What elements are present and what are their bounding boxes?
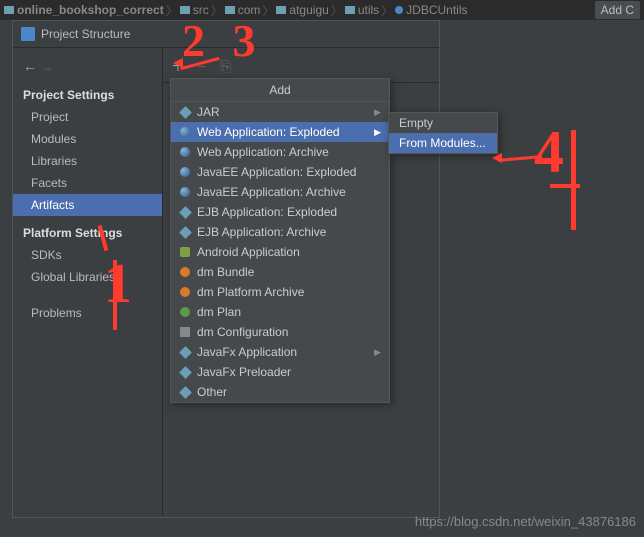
folder-icon — [345, 6, 355, 14]
menu-item-label: dm Platform Archive — [197, 285, 304, 299]
gray-icon — [179, 326, 191, 338]
menu-item-label: EJB Application: Exploded — [197, 205, 337, 219]
folder-icon — [276, 6, 286, 14]
chevron-icon: 〉 — [262, 2, 274, 19]
submenu-item-from-modules-[interactable]: From Modules... — [389, 133, 497, 153]
annotation-arrow — [173, 58, 183, 68]
add-menu: Add JAR▶Web Application: Exploded▶Web Ap… — [170, 78, 390, 403]
menu-item-label: EJB Application: Archive — [197, 225, 326, 239]
sphere-icon — [179, 146, 191, 158]
folder-icon — [225, 6, 235, 14]
diamond-icon — [179, 206, 191, 218]
diamond-icon — [179, 366, 191, 378]
menu-item-web-application-exploded[interactable]: Web Application: Exploded ▶ — [171, 122, 389, 142]
chevron-icon: 〉 — [381, 2, 393, 19]
menu-item-dm-bundle[interactable]: dm Bundle — [171, 262, 389, 282]
orange-icon — [179, 266, 191, 278]
sphere-icon — [179, 166, 191, 178]
diamond-icon — [179, 386, 191, 398]
annotation-arrow — [498, 155, 542, 162]
chevron-icon: 〉 — [331, 2, 343, 19]
add-submenu: EmptyFrom Modules... — [388, 112, 498, 154]
menu-item-javaee-application-exploded[interactable]: JavaEE Application: Exploded — [171, 162, 389, 182]
menu-item-ejb-application-exploded[interactable]: EJB Application: Exploded — [171, 202, 389, 222]
dialog-title: Project Structure — [41, 27, 130, 41]
watermark: https://blog.csdn.net/weixin_43876186 — [415, 514, 636, 529]
menu-item-android-application[interactable]: Android Application — [171, 242, 389, 262]
green-icon — [179, 306, 191, 318]
annotation-line — [113, 260, 117, 330]
menu-item-label: dm Configuration — [197, 325, 288, 339]
menu-item-label: JavaEE Application: Exploded — [197, 165, 356, 179]
android-icon — [179, 246, 191, 258]
nav-back[interactable]: ← → — [13, 54, 162, 78]
menu-item-web-application-archive[interactable]: Web Application: Archive — [171, 142, 389, 162]
menu-item-label: dm Bundle — [197, 265, 254, 279]
sidebar-item-modules[interactable]: Modules — [13, 128, 162, 150]
menu-item-label: Other — [197, 385, 227, 399]
crumb-atguigu[interactable]: atguigu — [276, 3, 328, 17]
sidebar-item-libraries[interactable]: Libraries — [13, 150, 162, 172]
menu-item-other[interactable]: Other — [171, 382, 389, 402]
menu-item-dm-platform-archive[interactable]: dm Platform Archive — [171, 282, 389, 302]
class-icon — [395, 6, 403, 14]
dialog-title-bar: Project Structure — [13, 21, 439, 48]
annotation-line — [571, 130, 576, 230]
sidebar-item-facets[interactable]: Facets — [13, 172, 162, 194]
sidebar-item-artifacts[interactable]: Artifacts — [13, 194, 162, 216]
crumb-utils[interactable]: utils — [345, 3, 379, 17]
annotation-line — [550, 184, 580, 188]
dialog-icon — [21, 27, 35, 41]
menu-item-label: Android Application — [197, 245, 300, 259]
menu-item-jar[interactable]: JAR ▶ — [171, 102, 389, 122]
sidebar-item-sdks[interactable]: SDKs — [13, 244, 162, 266]
annotation-arrow — [492, 153, 502, 163]
menu-item-dm-configuration[interactable]: dm Configuration — [171, 322, 389, 342]
crumb-project[interactable]: online_bookshop_correct — [4, 3, 164, 17]
sidebar-item-global-libs[interactable]: Global Libraries — [13, 266, 162, 288]
crumb-com[interactable]: com — [225, 3, 261, 17]
add-menu-title: Add — [171, 79, 389, 102]
folder-icon — [180, 6, 190, 14]
sidebar-heading-project: Project Settings — [13, 78, 162, 106]
breadcrumb-bar: online_bookshop_correct 〉 src 〉 com 〉 at… — [0, 0, 644, 20]
project-icon — [4, 6, 14, 14]
menu-item-label: Web Application: Archive — [197, 145, 329, 159]
crumb-class[interactable]: JDBCUntils — [395, 3, 467, 17]
menu-item-label: JavaFx Preloader — [197, 365, 291, 379]
menu-item-label: JavaEE Application: Archive — [197, 185, 346, 199]
orange-icon — [179, 286, 191, 298]
menu-item-javaee-application-archive[interactable]: JavaEE Application: Archive — [171, 182, 389, 202]
submenu-arrow-icon: ▶ — [374, 347, 381, 358]
sidebar-item-project[interactable]: Project — [13, 106, 162, 128]
sidebar-item-problems[interactable]: Problems — [13, 302, 162, 324]
menu-item-javafx-application[interactable]: JavaFx Application ▶ — [171, 342, 389, 362]
menu-item-label: JavaFx Application — [197, 345, 297, 359]
diamond-icon — [179, 346, 191, 358]
sphere-icon — [179, 126, 191, 138]
sidebar: ← → Project Settings Project Modules Lib… — [13, 48, 163, 516]
menu-item-label: JAR — [197, 105, 220, 119]
menu-item-label: dm Plan — [197, 305, 241, 319]
menu-item-dm-plan[interactable]: dm Plan — [171, 302, 389, 322]
annotation-4: 4 — [534, 118, 564, 187]
menu-item-label: Web Application: Exploded — [197, 125, 340, 139]
menu-item-ejb-application-archive[interactable]: EJB Application: Archive — [171, 222, 389, 242]
add-config-button[interactable]: Add C — [595, 1, 640, 19]
chevron-icon: 〉 — [166, 2, 178, 19]
sphere-icon — [179, 186, 191, 198]
submenu-arrow-icon: ▶ — [374, 107, 381, 118]
submenu-arrow-icon: ▶ — [374, 127, 381, 138]
crumb-src[interactable]: src — [180, 3, 209, 17]
diamond-icon — [179, 226, 191, 238]
copy-icon[interactable]: ⎘ — [219, 58, 233, 75]
diamond-icon — [179, 106, 191, 118]
menu-item-javafx-preloader[interactable]: JavaFx Preloader — [171, 362, 389, 382]
chevron-icon: 〉 — [211, 2, 223, 19]
submenu-item-empty[interactable]: Empty — [389, 113, 497, 133]
sidebar-heading-platform: Platform Settings — [13, 216, 162, 244]
